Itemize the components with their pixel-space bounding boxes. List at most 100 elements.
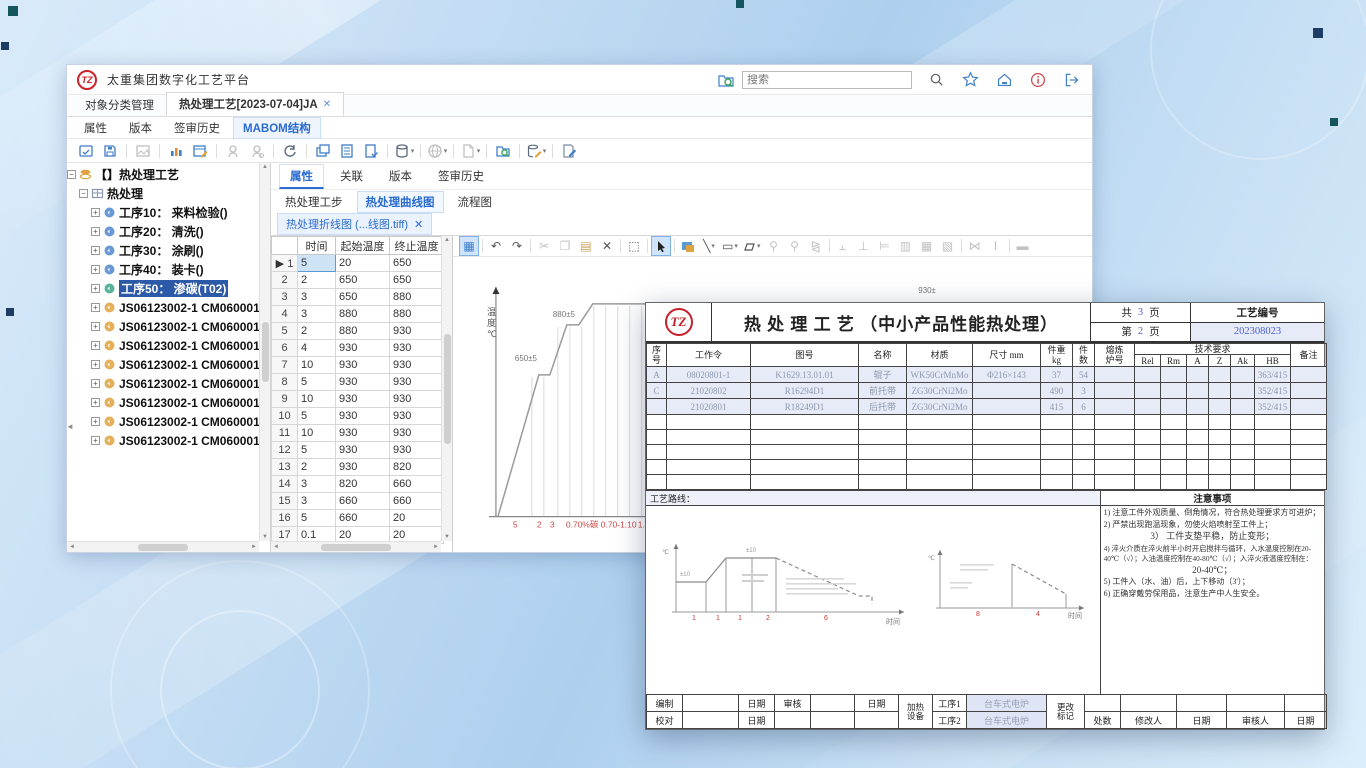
list-icon[interactable] (336, 141, 358, 161)
ws-subtab-热处理工步[interactable]: 热处理工步 (277, 192, 351, 212)
home-icon[interactable] (994, 70, 1014, 90)
steps-cell[interactable]: 930 (390, 442, 444, 459)
globe-icon[interactable]: ▾ (426, 141, 448, 161)
delete-icon[interactable]: ✕ (597, 236, 617, 256)
align-bottom-icon[interactable]: ▧ (938, 236, 958, 256)
ws-subtab-热处理曲线图[interactable]: 热处理曲线图 (357, 191, 444, 213)
steps-row[interactable]: 85930930 (272, 374, 444, 391)
tree-root[interactable]: −【】热处理工艺 (67, 165, 259, 184)
steps-cell[interactable]: 4 (298, 340, 336, 357)
steps-cell[interactable]: 880 (336, 323, 390, 340)
tree-item[interactable]: +JS06123002-1 CM0600011215 (67, 374, 259, 393)
steps-row[interactable]: 105930930 (272, 408, 444, 425)
steps-cell[interactable]: 930 (336, 459, 390, 476)
tree-item[interactable]: +JS06123002-1 CM0600011215 (67, 336, 259, 355)
steps-cell[interactable]: 5 (298, 408, 336, 425)
undo-icon[interactable]: ↶ (486, 236, 506, 256)
align-left-icon[interactable]: ⫠ (833, 236, 853, 256)
copy-icon[interactable]: ❐ (555, 236, 575, 256)
steps-cell[interactable]: 20 (336, 255, 390, 272)
folder-search-icon[interactable] (492, 141, 514, 161)
steps-cell[interactable]: 820 (336, 476, 390, 493)
steps-row[interactable]: 22650650 (272, 272, 444, 289)
tree-expander[interactable]: + (91, 246, 100, 255)
line-tool-icon[interactable]: ╲▾ (699, 236, 719, 256)
window-tab[interactable]: 对象分类管理 (73, 94, 166, 116)
ws-tab-版本[interactable]: 版本 (379, 165, 422, 187)
steps-cell[interactable]: 880 (336, 306, 390, 323)
steps-cell[interactable]: 650 (336, 289, 390, 306)
steps-cell[interactable]: 10 (298, 425, 336, 442)
steps-cell[interactable]: 930 (336, 340, 390, 357)
steps-row[interactable]: 125930930 (272, 442, 444, 459)
steps-cell[interactable]: 930 (390, 374, 444, 391)
image-tool-icon[interactable] (678, 236, 698, 256)
steps-row[interactable]: 910930930 (272, 391, 444, 408)
tree-item[interactable]: +JS06123002-1 CM0600011215 (67, 317, 259, 336)
steps-cell[interactable]: 2 (298, 459, 336, 476)
steps-cell[interactable]: 930 (390, 357, 444, 374)
steps-cell[interactable]: 650 (336, 272, 390, 289)
mirror-icon[interactable]: ⧎ (806, 236, 826, 256)
tree-expander[interactable]: + (91, 284, 100, 293)
select-all-icon[interactable]: ⬚ (624, 236, 644, 256)
redo-icon[interactable]: ↷ (507, 236, 527, 256)
steps-cell[interactable]: 10 (298, 391, 336, 408)
v-distribute-icon[interactable]: Ⅰ (986, 236, 1006, 256)
page-edit-icon[interactable] (558, 141, 580, 161)
tree-expander[interactable]: + (91, 360, 100, 369)
tree-vertical-scrollbar[interactable]: ▲▼ (259, 163, 270, 541)
steps-cell[interactable]: 20 (390, 510, 444, 527)
align-right-icon[interactable]: ⊨ (875, 236, 895, 256)
steps-row[interactable]: 710930930 (272, 357, 444, 374)
paste-icon[interactable]: ▤ (576, 236, 596, 256)
steps-cell[interactable]: 930 (390, 425, 444, 442)
tab-close-icon[interactable]: ✕ (323, 99, 331, 110)
steps-cell[interactable]: 930 (390, 340, 444, 357)
steps-cell[interactable]: 5 (298, 442, 336, 459)
cut-icon[interactable]: ✂ (534, 236, 554, 256)
detail-tab-版本[interactable]: 版本 (120, 118, 161, 138)
steps-horizontal-scrollbar[interactable]: ◄► (271, 541, 441, 552)
steps-cell[interactable]: 660 (390, 493, 444, 510)
grid-icon[interactable]: ▦ (459, 236, 479, 256)
steps-cell[interactable]: 2 (298, 272, 336, 289)
search-icon[interactable] (926, 70, 946, 90)
steps-row[interactable]: 132930820 (272, 459, 444, 476)
tree-item[interactable]: +工序40： 装卡() (67, 260, 259, 279)
steps-cell[interactable]: 650 (390, 255, 444, 272)
rect-tool-icon[interactable]: ▭▾ (720, 236, 740, 256)
open-window-icon[interactable] (75, 141, 97, 161)
tree-expander[interactable]: + (91, 398, 100, 407)
steps-vertical-scrollbar[interactable]: ▲▼ (441, 236, 452, 541)
cursor-icon[interactable] (651, 236, 671, 256)
tree-item[interactable]: +JS06123002-1 CM0600011215 (67, 298, 259, 317)
tree-item[interactable]: +JS06123002-1 CM0600011215 (67, 412, 259, 431)
align-middle-icon[interactable]: ▦ (917, 236, 937, 256)
replace-icon[interactable]: ⚲ (785, 236, 805, 256)
window-tab[interactable]: 热处理工艺[2023-07-04]JA✕ (166, 92, 344, 116)
chart-icon[interactable] (165, 141, 187, 161)
steps-cell[interactable]: 880 (390, 289, 444, 306)
folder-search-icon[interactable] (716, 70, 736, 90)
steps-cell[interactable]: 930 (390, 408, 444, 425)
favorite-star-icon[interactable] (960, 70, 980, 90)
tree-item[interactable]: +工序30： 涂刷() (67, 241, 259, 260)
tree-expander[interactable]: + (91, 208, 100, 217)
rotate-c-icon[interactable] (279, 141, 301, 161)
tree-expander[interactable]: + (91, 436, 100, 445)
polygon-tool-icon[interactable]: ▾ (741, 236, 763, 256)
steps-cell[interactable]: 3 (298, 476, 336, 493)
calendar-edit-icon[interactable] (189, 141, 211, 161)
user-pin-icon[interactable] (222, 141, 244, 161)
align-top-icon[interactable]: ▥ (896, 236, 916, 256)
steps-cell[interactable]: 930 (390, 323, 444, 340)
detail-tab-属性[interactable]: 属性 (75, 118, 116, 138)
h-distribute-icon[interactable]: ⋈ (965, 236, 985, 256)
align-center-icon[interactable]: ⊥ (854, 236, 874, 256)
info-icon[interactable] (1028, 70, 1048, 90)
steps-row[interactable]: 143820660 (272, 476, 444, 493)
ws-subtab-流程图[interactable]: 流程图 (450, 192, 501, 212)
tree-expander[interactable]: + (91, 227, 100, 236)
steps-cell[interactable]: 5 (298, 374, 336, 391)
